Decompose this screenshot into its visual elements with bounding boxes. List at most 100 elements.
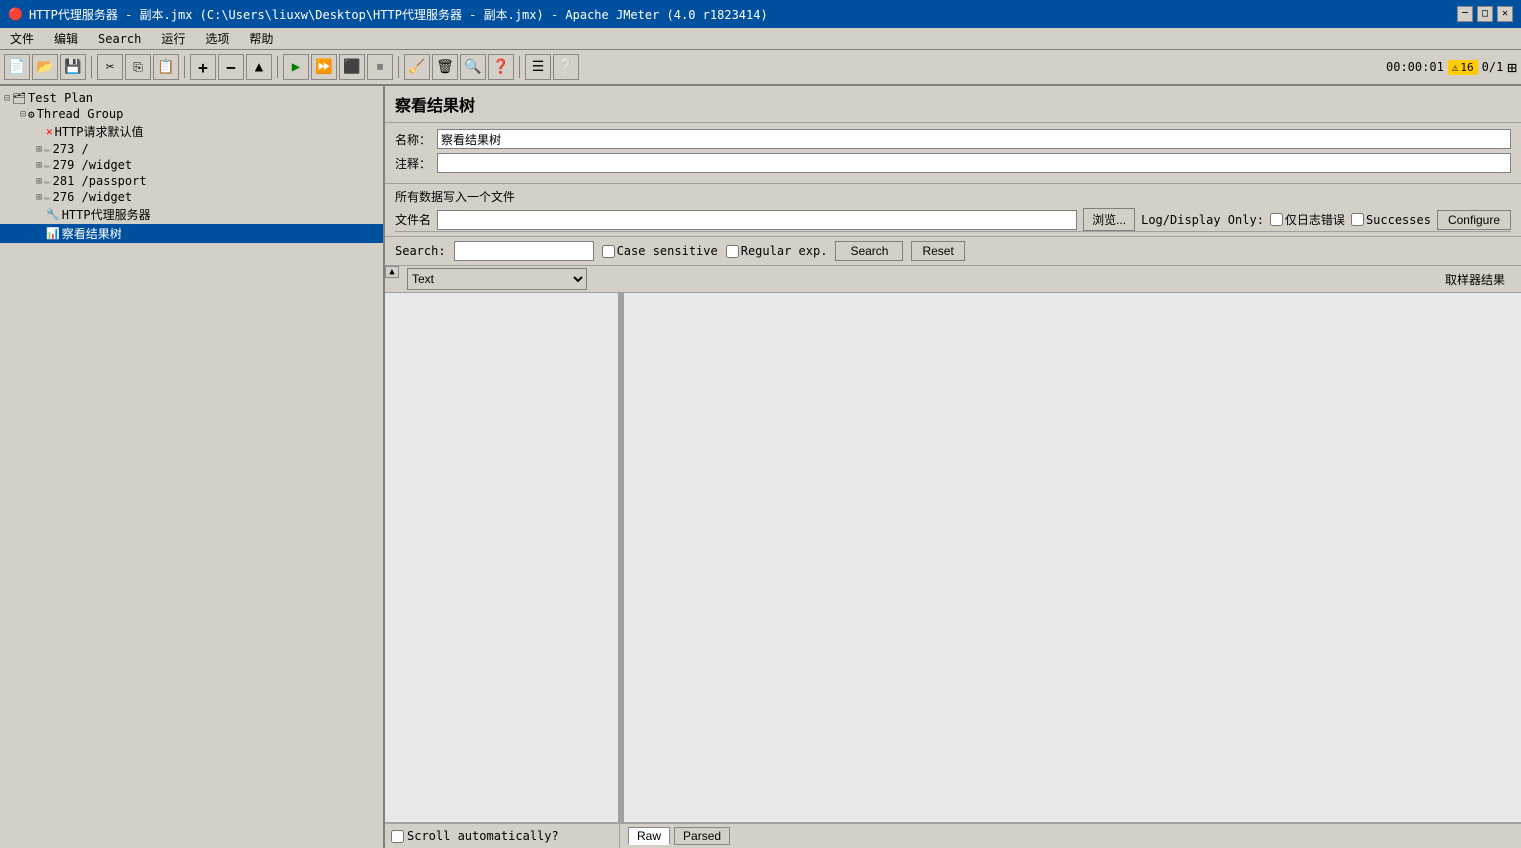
tree-icon-item-281: ✏ [44,175,51,188]
tree-icon-thread-group: ⚙ [28,108,35,121]
tree-item-thread-group[interactable]: ⊟⚙Thread Group [0,106,383,122]
start-button[interactable]: ▶ [283,54,309,80]
tree-item-result-tree[interactable]: 📊察看结果树 [0,224,383,243]
successes-checkbox[interactable] [1351,213,1364,226]
search-input[interactable] [454,241,594,261]
raw-parsed-row: Raw Parsed [620,823,1521,848]
log-button[interactable]: ☰ [525,54,551,80]
tree-panel: ⊟🗂Test Plan⊟⚙Thread Group✕HTTP请求默认值⊞✏273… [0,86,385,848]
errors-label-text: 仅日志错误 [1285,211,1345,228]
name-input[interactable] [437,129,1511,149]
file-row: 文件名 浏览... Log/Display Only: 仅日志错误 Succes… [395,208,1511,232]
comment-row: 注释： [395,153,1511,173]
expand-item-273[interactable]: ⊞ [36,144,42,155]
maximize-button[interactable]: □ [1477,6,1493,22]
tree-item-http-defaults[interactable]: ✕HTTP请求默认值 [0,122,383,141]
save-button[interactable]: 💾 [60,54,86,80]
file-section-label: 所有数据写入一个文件 [395,188,1511,205]
start-no-pause-button[interactable]: ⏩ [311,54,337,80]
tree-label-http-defaults: HTTP请求默认值 [55,123,144,140]
content-panel: 察看结果树 名称： 注释： 所有数据写入一个文件 文件名 浏览... Log/D… [385,86,1521,848]
file-name-input[interactable] [437,210,1077,230]
log-display-label: Log/Display Only: [1141,213,1264,227]
paste-button[interactable]: 📋 [153,54,179,80]
expand-item-276[interactable]: ⊞ [36,192,42,203]
help-button[interactable]: ❓ [488,54,514,80]
expand-item-279[interactable]: ⊞ [36,160,42,171]
expand-thread-group[interactable]: ⊟ [20,109,26,120]
main-layout: ⊟🗂Test Plan⊟⚙Thread Group✕HTTP请求默认值⊞✏273… [0,86,1521,848]
browse-button[interactable]: 浏览... [1083,208,1135,231]
tree-label-item-276: 276 /widget [53,190,132,204]
file-section: 所有数据写入一个文件 文件名 浏览... Log/Display Only: 仅… [385,184,1521,237]
remove-button[interactable]: − [218,54,244,80]
menu-item-编辑[interactable]: 编辑 [48,28,84,49]
type-dropdown[interactable]: Text [407,268,587,290]
new-button[interactable]: 📄 [4,54,30,80]
configure-button[interactable]: Configure [1437,210,1511,230]
comment-label: 注释： [395,155,431,172]
stop-button[interactable]: ⬛ [339,54,365,80]
window-title: HTTP代理服务器 - 副本.jmx (C:\Users\liuxw\Deskt… [29,6,768,23]
reset-button[interactable]: Reset [911,241,964,261]
tree-icon-http-defaults: ✕ [46,125,53,138]
menu-item-帮助[interactable]: 帮助 [243,28,279,49]
toolbar-separator-4 [398,56,399,78]
case-sensitive-text: Case sensitive [617,244,718,258]
help2-button[interactable]: ❔ [553,54,579,80]
parsed-tab[interactable]: Parsed [674,827,730,845]
menu-item-文件[interactable]: 文件 [4,28,40,49]
timer-area: 00:00:01 ⚠ 16 0/1 ⊞ [1386,58,1517,77]
scroll-automatically-checkbox[interactable] [391,830,404,843]
close-button[interactable]: ✕ [1497,6,1513,22]
menu-item-运行[interactable]: 运行 [155,28,191,49]
warning-badge: ⚠ 16 [1448,60,1478,75]
shutdown-button[interactable]: ⏹ [367,54,393,80]
menu-item-选项[interactable]: 选项 [199,28,235,49]
case-sensitive-checkbox[interactable] [602,245,615,258]
cut-button[interactable]: ✂ [97,54,123,80]
tree-item-item-276[interactable]: ⊞✏276 /widget [0,189,383,205]
tree-item-item-273[interactable]: ⊞✏273 / [0,141,383,157]
bottom-row: Scroll automatically? [385,823,620,848]
file-name-label: 文件名 [395,211,431,228]
timer-display: 00:00:01 [1386,60,1444,74]
tree-icon-result-tree: 📊 [46,227,60,240]
search-row: Search: Case sensitive Regular exp. Sear… [385,237,1521,266]
minimize-button[interactable]: ─ [1457,6,1473,22]
tree-item-item-279[interactable]: ⊞✏279 /widget [0,157,383,173]
errors-checkbox[interactable] [1270,213,1283,226]
tree-label-thread-group: Thread Group [37,107,124,121]
tree-item-test-plan[interactable]: ⊟🗂Test Plan [0,90,383,106]
tree-icon-test-plan: 🗂 [12,92,26,105]
left-pane [385,293,620,822]
clear-button[interactable]: 🧹 [404,54,430,80]
tree-item-item-281[interactable]: ⊞✏281 /passport [0,173,383,189]
panel-title: 察看结果树 [385,86,1521,123]
comment-input[interactable] [437,153,1511,173]
clear-all-button[interactable]: 🗑 [432,54,458,80]
regular-exp-checkbox[interactable] [726,245,739,258]
titlebar-left: 🔴 HTTP代理服务器 - 副本.jmx (C:\Users\liuxw\Des… [8,6,768,23]
open-button[interactable]: 📂 [32,54,58,80]
expand-test-plan[interactable]: ⊟ [4,93,10,104]
toolbar-separator-5 [519,56,520,78]
expand-item-281[interactable]: ⊞ [36,176,42,187]
toolbar-separator-2 [184,56,185,78]
collapse-arrow[interactable]: ▲ [385,266,399,278]
add-button[interactable]: + [190,54,216,80]
page-count: 0/1 [1482,60,1504,74]
move-up-button[interactable]: ▲ [246,54,272,80]
search-button[interactable]: Search [835,241,903,261]
copy-button[interactable]: ⎘ [125,54,151,80]
raw-tab[interactable]: Raw [628,827,670,845]
regular-exp-label: Regular exp. [726,244,828,258]
tree-item-http-proxy[interactable]: 🔧HTTP代理服务器 [0,205,383,224]
search-icon-button[interactable]: 🔍 [460,54,486,80]
menu-item-Search[interactable]: Search [92,30,147,48]
tree-icon-item-279: ✏ [44,159,51,172]
successes-label-text: Successes [1366,213,1431,227]
split-pane [385,293,1521,822]
search-label: Search: [395,244,446,258]
expand-view-icon[interactable]: ⊞ [1507,58,1517,77]
